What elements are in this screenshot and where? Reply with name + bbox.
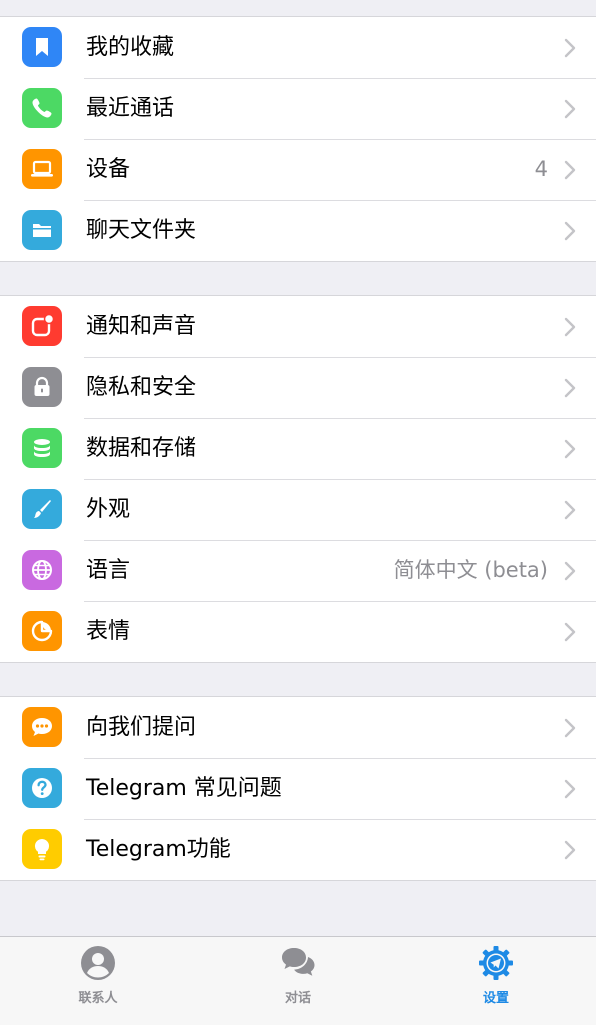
chevron-right-icon <box>564 378 576 398</box>
tab-label: 对话 <box>284 991 311 1006</box>
bottom-tab-bar: 联系人 对话 设置 <box>0 936 596 1025</box>
row-label: 最近通话 <box>86 96 175 121</box>
settings-gear-icon <box>479 946 513 980</box>
chevron-right-icon <box>564 718 576 738</box>
language-value: 简体中文 (beta) <box>393 558 548 582</box>
row-label: 隐私和安全 <box>86 375 197 400</box>
row-data-storage[interactable]: 数据和存储 <box>0 418 596 479</box>
row-saved-messages[interactable]: 我的收藏 <box>0 17 596 78</box>
chevron-right-icon <box>564 160 576 180</box>
globe-icon <box>22 550 62 590</box>
lock-icon <box>22 367 62 407</box>
row-label: 设备 <box>86 157 131 182</box>
laptop-icon <box>22 149 62 189</box>
row-label: 外观 <box>86 497 131 522</box>
phone-icon <box>22 88 62 128</box>
tab-label: 联系人 <box>78 991 118 1006</box>
brush-icon <box>22 489 62 529</box>
chevron-right-icon <box>564 439 576 459</box>
row-faq[interactable]: Telegram 常见问题 <box>0 758 596 819</box>
row-stickers[interactable]: 表情 <box>0 601 596 662</box>
row-recent-calls[interactable]: 最近通话 <box>0 78 596 139</box>
settings-section-preferences: 通知和声音 隐私和安全 数据和存储 外观 语言 简体中文 (beta) 表情 <box>0 295 596 663</box>
row-appearance[interactable]: 外观 <box>0 479 596 540</box>
row-notifications[interactable]: 通知和声音 <box>0 296 596 357</box>
tab-contacts[interactable]: 联系人 <box>38 937 158 1025</box>
row-label: 聊天文件夹 <box>86 218 197 243</box>
chevron-right-icon <box>564 99 576 119</box>
chevron-right-icon <box>564 38 576 58</box>
row-ask-question[interactable]: 向我们提问 <box>0 697 596 758</box>
tab-label: 设置 <box>482 991 509 1006</box>
row-label: 我的收藏 <box>86 35 175 60</box>
chevron-right-icon <box>564 317 576 337</box>
sticker-icon <box>22 611 62 651</box>
notification-icon <box>22 306 62 346</box>
tab-chats[interactable]: 对话 <box>238 937 358 1025</box>
chat-bubble-icon <box>22 707 62 747</box>
row-devices[interactable]: 设备 4 <box>0 139 596 200</box>
lightbulb-icon <box>22 829 62 869</box>
chevron-right-icon <box>564 221 576 241</box>
person-icon <box>81 946 115 980</box>
row-label: 向我们提问 <box>86 715 197 740</box>
chats-icon <box>282 948 315 976</box>
devices-count: 4 <box>534 157 548 181</box>
row-chat-folders[interactable]: 聊天文件夹 <box>0 200 596 261</box>
bookmark-icon <box>22 27 62 67</box>
settings-section-general: 我的收藏 最近通话 设备 4 聊天文件夹 <box>0 16 596 262</box>
chevron-right-icon <box>564 561 576 581</box>
row-privacy[interactable]: 隐私和安全 <box>0 357 596 418</box>
database-icon <box>22 428 62 468</box>
row-label: 数据和存储 <box>86 436 197 461</box>
row-features[interactable]: Telegram功能 <box>0 819 596 880</box>
row-label: 语言 <box>86 558 131 583</box>
chevron-right-icon <box>564 840 576 860</box>
row-language[interactable]: 语言 简体中文 (beta) <box>0 540 596 601</box>
chevron-right-icon <box>564 622 576 642</box>
settings-section-help: 向我们提问 Telegram 常见问题 Telegram功能 <box>0 696 596 881</box>
row-label: Telegram 常见问题 <box>86 776 282 801</box>
tab-settings[interactable]: 设置 <box>436 937 556 1025</box>
row-label: 表情 <box>86 619 131 644</box>
chevron-right-icon <box>564 500 576 520</box>
row-label: Telegram功能 <box>86 837 231 862</box>
question-icon <box>22 768 62 808</box>
folder-icon <box>22 210 62 250</box>
chevron-right-icon <box>564 779 576 799</box>
row-label: 通知和声音 <box>86 314 197 339</box>
